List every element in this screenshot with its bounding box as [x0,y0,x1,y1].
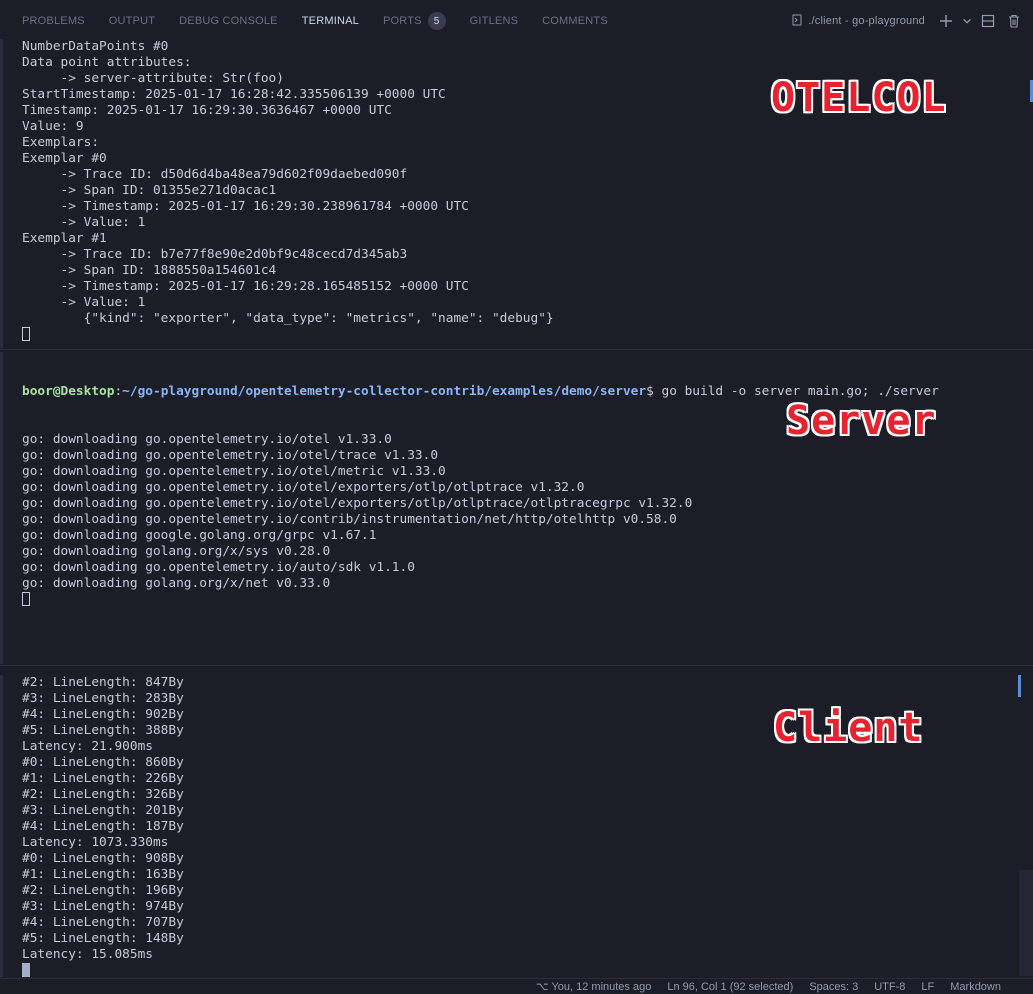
client-terminal-pane[interactable]: #2: LineLength: 847By #3: LineLength: 283… [0,675,1033,977]
status-bar: ⌥ You, 12 minutes ago Ln 96, Col 1 (92 s… [0,978,1033,994]
terminal-line: #3: LineLength: 283By [22,691,184,706]
terminal-line: -> Span ID: 1888550a154601c4 [22,263,277,278]
tab-ports-label: Ports [382,15,422,27]
tab-debug-console[interactable]: Debug Console [167,0,290,42]
client-label: Client [773,705,924,751]
terminal-line: NumberDataPoints #0 [22,39,169,54]
terminal-line: #2: LineLength: 196By [22,883,184,898]
terminal-line: -> Trace ID: b7e77f8e90e2d0bf9c48cecd7d3… [22,247,408,262]
terminal-line: Latency: 21.900ms [22,739,153,754]
terminal-line: StartTimestamp: 2025-01-17 16:28:42.3355… [22,87,446,102]
terminal-line: -> Timestamp: 2025-01-17 16:29:28.165485… [22,279,469,294]
terminal-line: #2: LineLength: 326By [22,787,184,802]
terminal-line: Latency: 15.085ms [22,947,153,962]
terminal-line: Data point attributes: [22,55,192,70]
terminal-line: -> Value: 1 [22,215,146,230]
otelcol-terminal-pane[interactable]: NumberDataPoints #0 Data point attributes… [0,39,1033,348]
terminal-cursor [22,592,30,606]
terminal-line: #3: LineLength: 974By [22,899,184,914]
otelcol-output: NumberDataPoints #0 Data point attributes… [22,39,554,344]
terminal-line: #4: LineLength: 902By [22,707,184,722]
server-terminal-pane[interactable]: boor@Desktop:~/go-playground/opentelemet… [0,352,1033,664]
terminal-line: Exemplars: [22,135,100,150]
terminal-name: ./client - go-playground [808,15,925,27]
terminal-line: go: downloading go.opentelemetry.io/auto… [22,560,415,575]
terminal-line: #5: LineLength: 388By [22,723,184,738]
prompt-command: $ go build -o server main.go; ./server [646,384,939,399]
tab-problems[interactable]: Problems [0,0,97,42]
terminal-line: go: downloading go.opentelemetry.io/otel… [22,496,693,511]
terminal-cursor [22,327,30,341]
terminal-cursor-line [22,327,554,344]
terminal-line: -> server-attribute: Str(foo) [22,71,284,86]
server-output: boor@Desktop:~/go-playground/opentelemet… [22,352,939,641]
panel-header: Problems Output Debug Console Terminal P… [0,0,1033,42]
tab-comments[interactable]: Comments [530,0,620,42]
terminal-cursor-line [22,592,939,609]
terminal-line: go: downloading google.golang.org/grpc v… [22,528,377,543]
terminal-line: -> Span ID: 01355e271d0acac1 [22,183,277,198]
terminal-line: go: downloading golang.org/x/net v0.33.0 [22,576,331,591]
git-icon: ⌥ [535,981,549,993]
terminal-line: go: downloading go.opentelemetry.io/otel… [22,480,585,495]
terminal-line: #3: LineLength: 201By [22,803,184,818]
terminal-line: #0: LineLength: 860By [22,755,184,770]
terminal-line: Timestamp: 2025-01-17 16:29:30.3636467 +… [22,103,392,118]
terminal-selector[interactable]: ./client - go-playground [791,14,925,29]
terminal-line: {"kind": "exporter", "data_type": "metri… [22,311,554,326]
pane-divider[interactable] [0,349,1033,350]
prompt-user: boor@Desktop [22,384,115,399]
client-output: #2: LineLength: 847By #3: LineLength: 283… [22,675,184,977]
terminal-icon [791,14,803,29]
terminal-cursor-line [22,963,184,977]
terminal-line: go: downloading go.opentelemetry.io/otel… [22,448,439,463]
terminal-line: #5: LineLength: 148By [22,931,184,946]
encoding[interactable]: UTF-8 [874,981,905,993]
plus-icon[interactable] [935,10,957,32]
split-icon[interactable] [977,10,999,32]
tab-terminal[interactable]: Terminal [290,0,371,42]
chevron-down-icon[interactable] [961,10,973,32]
git-blame[interactable]: ⌥ You, 12 minutes ago [536,980,651,993]
tab-ports[interactable]: Ports 5 [371,0,458,42]
pane-divider[interactable] [0,665,1033,666]
terminal-line: Exemplar #1 [22,231,107,246]
server-label: Server [786,398,937,444]
terminal-line: Exemplar #0 [22,151,107,166]
terminal-line: #2: LineLength: 847By [22,675,184,690]
prompt-path: ~/go-playground/opentelemetry-collector-… [122,384,647,399]
terminal-line: go: downloading go.opentelemetry.io/otel… [22,464,446,479]
terminal-line: #4: LineLength: 707By [22,915,184,930]
terminal-line: Latency: 1073.330ms [22,835,169,850]
terminal-line: #1: LineLength: 163By [22,867,184,882]
terminal-line: -> Value: 1 [22,295,146,310]
terminal-cursor [22,963,30,977]
ports-count-badge: 5 [427,12,446,30]
tab-gitlens[interactable]: GitLens [458,0,530,42]
terminal-actions: ./client - go-playground [791,0,1025,42]
tab-output[interactable]: Output [97,0,167,42]
terminal-line: go: downloading golang.org/x/sys v0.28.0 [22,544,331,559]
client-scrollbar[interactable] [1019,870,1033,976]
cursor-position[interactable]: Ln 96, Col 1 (92 selected) [667,981,793,993]
client-scroll-marker[interactable] [1018,675,1021,697]
terminal-line: #4: LineLength: 187By [22,819,184,834]
terminal-line: -> Timestamp: 2025-01-17 16:29:30.238961… [22,199,469,214]
terminal-line: #1: LineLength: 226By [22,771,184,786]
git-blame-text: You, 12 minutes ago [551,981,652,993]
terminal-line: -> Trace ID: d50d6d4ba48ea79d602f09daebe… [22,167,408,182]
terminal-line: #0: LineLength: 908By [22,851,184,866]
otelcol-label: OTELCOL [771,75,947,121]
terminal-line: go: downloading go.opentelemetry.io/cont… [22,512,677,527]
trash-icon[interactable] [1003,10,1025,32]
language-mode[interactable]: Markdown [950,981,1001,993]
terminal-line: Value: 9 [22,119,84,134]
indentation[interactable]: Spaces: 3 [809,981,858,993]
end-of-line[interactable]: LF [921,981,934,993]
